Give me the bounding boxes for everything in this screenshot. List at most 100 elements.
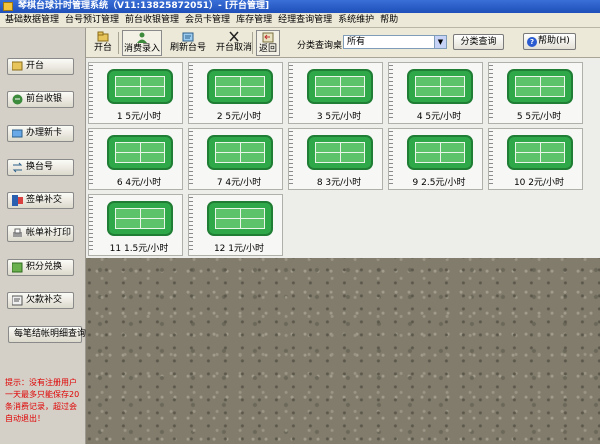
billiard-table-icon xyxy=(207,135,273,170)
table-label: 10 2元/小时 xyxy=(513,178,565,188)
close-icon xyxy=(229,31,239,42)
cancel-open-button[interactable]: 开台取消 xyxy=(212,30,256,56)
back-button[interactable]: 返回 xyxy=(256,30,280,56)
debt-icon xyxy=(12,295,23,306)
sidebar-reprint-bill-button[interactable]: 帐单补打印 xyxy=(7,225,74,242)
table-card[interactable]: 11 1.5元/小时 xyxy=(88,194,183,256)
points-icon xyxy=(12,262,23,273)
table-label: 5 5元/小时 xyxy=(516,112,562,122)
toolbar-separator xyxy=(118,32,119,54)
person-icon xyxy=(137,32,147,43)
open-table-icon xyxy=(12,61,23,71)
consume-entry-button[interactable]: 消费录入 xyxy=(122,30,162,56)
billiard-table-icon xyxy=(307,69,373,104)
sidebar-reprint-bill-label: 帐单补打印 xyxy=(26,228,72,238)
table-label: 4 5元/小时 xyxy=(416,112,462,122)
menu-inventory[interactable]: 库存管理 xyxy=(233,13,275,27)
table-card[interactable]: 6 4元/小时 xyxy=(88,128,183,190)
menu-help[interactable]: 帮助 xyxy=(377,13,401,27)
category-query-button[interactable]: 分类查询 xyxy=(453,34,504,50)
sidebar-cashier-label: 前台收银 xyxy=(26,94,63,104)
menu-basic-data[interactable]: 基础数据管理 xyxy=(2,13,62,27)
chevron-down-icon[interactable]: ▼ xyxy=(434,36,446,48)
table-label: 7 4元/小时 xyxy=(216,178,262,188)
billiard-table-icon xyxy=(207,69,273,104)
sidebar-debt-payment-label: 欠款补交 xyxy=(26,295,63,305)
menu-system[interactable]: 系统维护 xyxy=(335,13,377,27)
sidebar-open-table-label: 开台 xyxy=(26,61,45,71)
refresh-tables-label: 刷新台号 xyxy=(169,43,206,53)
sidebar-new-card-button[interactable]: 办理新卡 xyxy=(7,125,74,142)
billiard-table-icon xyxy=(307,135,373,170)
cancel-open-label: 开台取消 xyxy=(215,43,252,53)
notebook-spiral xyxy=(489,131,493,187)
window-titlebar: 琴棋台球计时管理系统（V11:13825872051）- [开台管理] xyxy=(0,0,600,13)
table-card[interactable]: 12 1元/小时 xyxy=(188,194,283,256)
sidebar-change-table-button[interactable]: 换台号 xyxy=(7,159,74,176)
table-category-select[interactable]: 所有 ▼ xyxy=(343,35,447,49)
table-grid: 1 5元/小时 2 5元/小时 3 5元/小时 4 5元/小时 5 5元/小时 … xyxy=(86,58,600,258)
table-card[interactable]: 3 5元/小时 xyxy=(288,62,383,124)
printer-icon xyxy=(13,228,22,237)
table-card[interactable]: 1 5元/小时 xyxy=(88,62,183,124)
sidebar-points-redeem-button[interactable]: 积分兑换 xyxy=(7,259,74,276)
notebook-spiral xyxy=(289,131,293,187)
open-table-tool-label: 开台 xyxy=(93,43,112,53)
cashier-icon xyxy=(12,94,23,105)
consume-entry-label: 消费录入 xyxy=(123,44,160,54)
sidebar-points-redeem-label: 积分兑换 xyxy=(26,262,63,272)
table-label: 8 3元/小时 xyxy=(316,178,362,188)
help-label: 帮助(H) xyxy=(538,36,570,46)
sidebar-sign-bill-button[interactable]: 签单补交 xyxy=(7,192,74,209)
help-button[interactable]: ? 帮助(H) xyxy=(523,33,576,50)
menu-membership[interactable]: 会员卡管理 xyxy=(182,13,233,27)
sidebar-open-table-button[interactable]: 开台 xyxy=(7,58,74,75)
table-label: 6 4元/小时 xyxy=(116,178,162,188)
table-label: 9 2.5元/小时 xyxy=(412,178,466,188)
notebook-spiral xyxy=(389,131,393,187)
billiard-table-icon xyxy=(407,135,473,170)
table-card[interactable]: 7 4元/小时 xyxy=(188,128,283,190)
sidebar-sign-bill-label: 签单补交 xyxy=(26,195,63,205)
table-card[interactable]: 8 3元/小时 xyxy=(288,128,383,190)
billiard-table-icon xyxy=(207,201,273,236)
menu-table-booking[interactable]: 台号预订管理 xyxy=(62,13,122,27)
notebook-spiral xyxy=(89,65,93,121)
billiard-table-icon xyxy=(507,69,573,104)
table-card[interactable]: 4 5元/小时 xyxy=(388,62,483,124)
table-label: 3 5元/小时 xyxy=(316,112,362,122)
table-card[interactable]: 9 2.5元/小时 xyxy=(388,128,483,190)
refresh-tables-button[interactable]: 刷新台号 xyxy=(168,30,208,56)
sign-bill-icon xyxy=(12,195,23,206)
notebook-spiral xyxy=(89,131,93,187)
back-label: 返回 xyxy=(258,44,277,54)
table-card[interactable]: 10 2元/小时 xyxy=(488,128,583,190)
toolbar: 开台 消费录入 刷新台号 开台取消 返回 分类查询桌台 所有 ▼ 分类查询 ? … xyxy=(86,28,600,58)
menu-front-cashier[interactable]: 前台收银管理 xyxy=(122,13,182,27)
toolbar-separator xyxy=(252,32,253,54)
back-icon xyxy=(262,32,274,43)
table-label: 1 5元/小时 xyxy=(116,112,162,122)
notebook-spiral xyxy=(389,65,393,121)
table-card[interactable]: 2 5元/小时 xyxy=(188,62,283,124)
menu-manager-query[interactable]: 经理查询管理 xyxy=(275,13,335,27)
notebook-spiral xyxy=(189,131,193,187)
sidebar-change-table-label: 换台号 xyxy=(26,162,54,172)
sidebar-new-card-label: 办理新卡 xyxy=(26,128,63,138)
billiard-table-icon xyxy=(107,69,173,104)
notebook-spiral xyxy=(89,197,93,253)
table-label: 11 1.5元/小时 xyxy=(109,244,169,254)
table-card[interactable]: 5 5元/小时 xyxy=(488,62,583,124)
table-label: 2 5元/小时 xyxy=(216,112,262,122)
checkout-details-query-label: 每笔结帐明细查询 xyxy=(14,329,87,339)
sidebar-debt-payment-button[interactable]: 欠款补交 xyxy=(7,292,74,309)
checkout-details-query-button[interactable]: 每笔结帐明细查询 xyxy=(8,326,86,343)
billiard-table-icon xyxy=(507,135,573,170)
table-label: 12 1元/小时 xyxy=(213,244,265,254)
sidebar-cashier-button[interactable]: 前台收银 xyxy=(7,91,74,108)
menu-bar: 基础数据管理 台号预订管理 前台收银管理 会员卡管理 库存管理 经理查询管理 系… xyxy=(0,13,600,28)
open-table-tool-button[interactable]: 开台 xyxy=(90,30,116,56)
window-title: 琴棋台球计时管理系统（V11:13825872051）- [开台管理] xyxy=(18,1,270,11)
notebook-spiral xyxy=(289,65,293,121)
table-area: 1 5元/小时 2 5元/小时 3 5元/小时 4 5元/小时 5 5元/小时 … xyxy=(86,58,600,444)
